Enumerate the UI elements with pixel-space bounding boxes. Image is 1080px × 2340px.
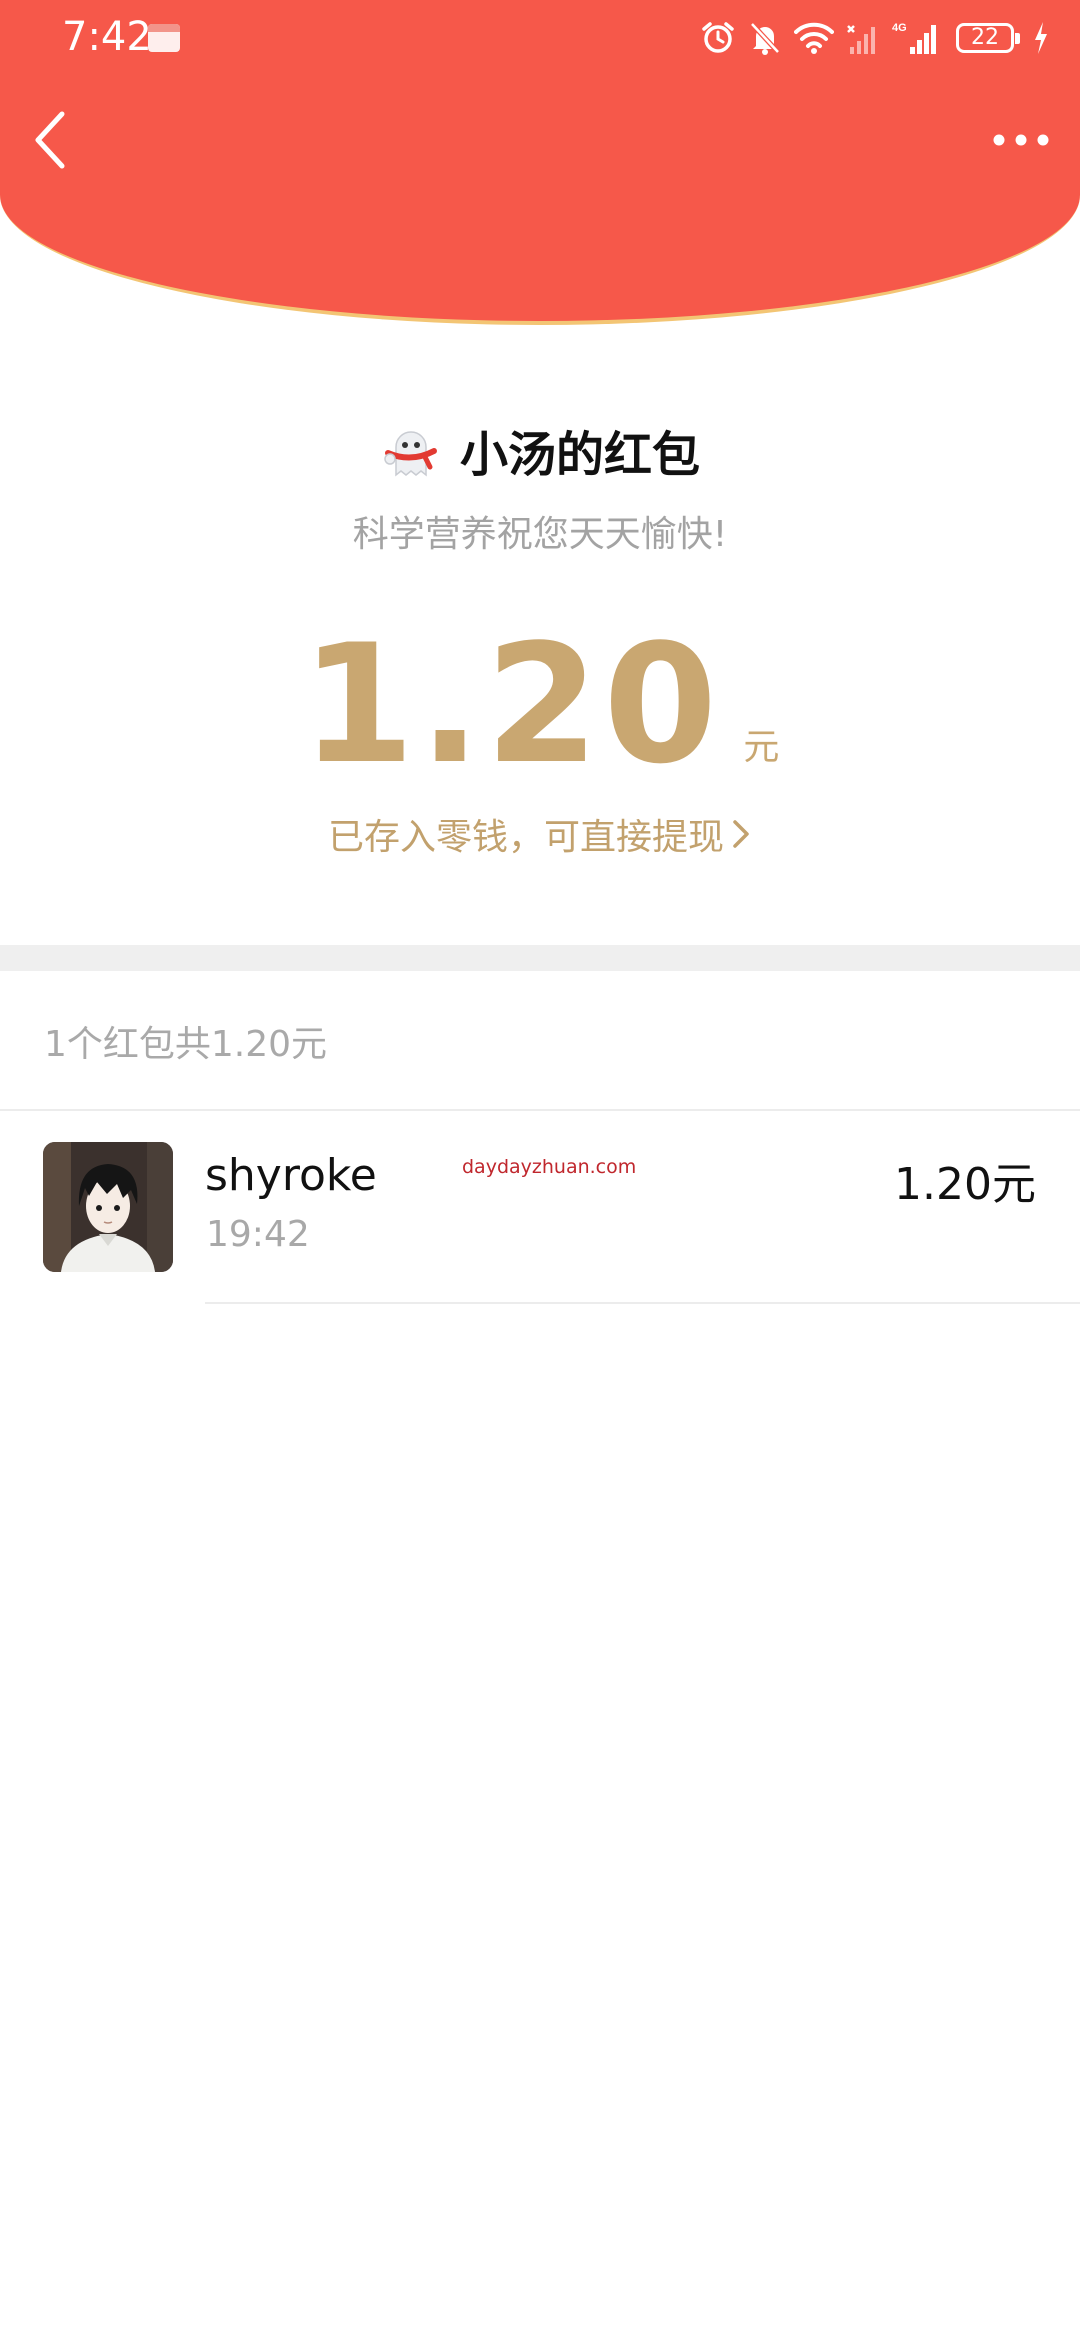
divider-line [205, 1302, 1080, 1304]
wifi-icon [794, 22, 834, 54]
chevron-right-icon [733, 820, 749, 848]
svg-text:4G: 4G [892, 22, 907, 34]
back-button[interactable] [28, 108, 72, 172]
status-bar: 7:42 4G 22 [0, 0, 1080, 80]
recipient-record[interactable]: shyroke 19:42 daydayzhuan.com 1.20元 [0, 1112, 1080, 1306]
greeting-message: 科学营养祝您天天愉快! [352, 514, 728, 555]
withdraw-link[interactable]: 已存入零钱，可直接提现 [0, 808, 1080, 860]
section-divider [0, 945, 1080, 971]
amount-unit: 元 [743, 727, 780, 768]
signal-4g-icon: 4G [892, 22, 936, 54]
battery-icon: 22 [956, 23, 1020, 53]
signal-empty-icon [847, 25, 875, 54]
amount-row: 1.20 元 [0, 620, 1080, 790]
packet-title-row: 小汤的红包 [0, 410, 1080, 490]
received-amount: 1.20元 [894, 1159, 1036, 1210]
stored-to-change-text: 已存入零钱，可直接提现 [327, 817, 724, 858]
packet-title: 小汤的红包 [459, 427, 700, 483]
packet-summary: 1个红包共1.20元 [44, 1024, 328, 1065]
charging-bolt-icon [1035, 22, 1047, 54]
receive-time: 19:42 [206, 1214, 310, 1255]
watermark-text: daydayzhuan.com [462, 1156, 637, 1178]
divider-line [0, 1109, 1080, 1111]
status-time: 7:42 [62, 14, 152, 60]
red-packet-header: 7:42 4G 22 [0, 0, 1080, 325]
alarm-icon [702, 22, 734, 53]
bell-muted-icon [750, 22, 780, 55]
recipient-name: shyroke [205, 1150, 377, 1201]
ghost-mascot-icon [384, 431, 437, 477]
status-icons: 4G 22 [688, 16, 1050, 60]
avatar [43, 1142, 173, 1272]
more-button[interactable] [992, 118, 1050, 162]
notification-box-icon [148, 24, 180, 52]
packet-amount: 1.20 [300, 609, 722, 800]
